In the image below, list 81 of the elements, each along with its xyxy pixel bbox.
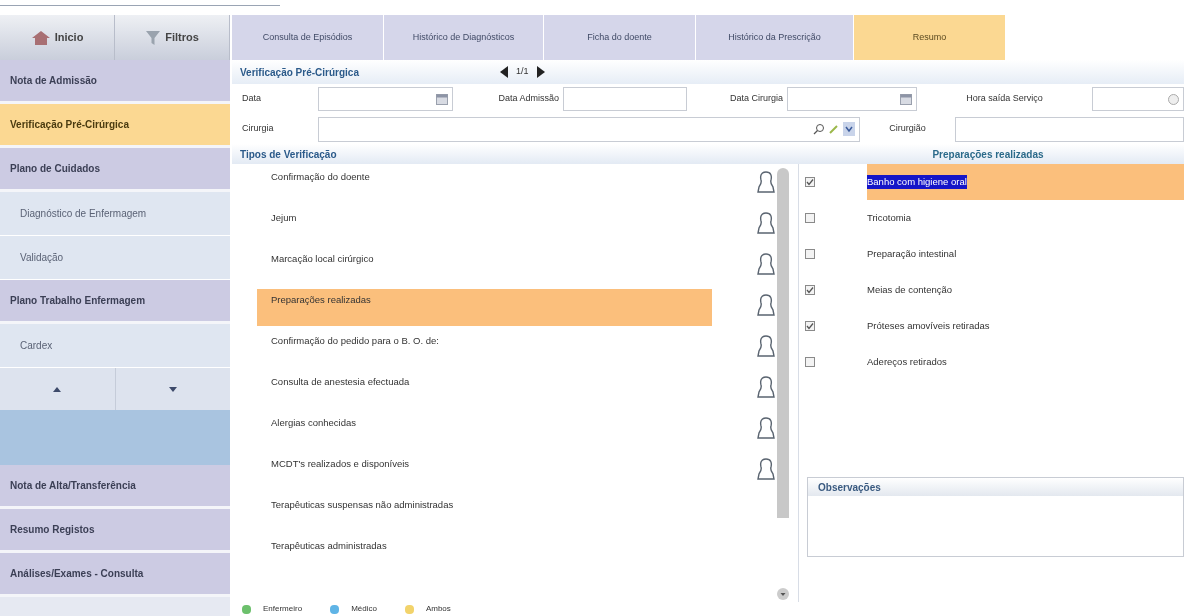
list-item[interactable]: Marcação local cirúrgico [257,248,712,285]
input-field[interactable] [955,116,1184,142]
list-item[interactable]: Confirmação do pedido para o B. O. de: [257,330,712,367]
checkbox[interactable] [805,249,815,259]
sidebar-item[interactable]: Plano Trabalho Enfermagem [0,280,230,324]
checkbox[interactable] [805,285,815,295]
list-item[interactable]: Alergias conhecidas [257,412,712,449]
calendar-icon[interactable] [436,93,448,105]
checkbox[interactable] [805,213,815,223]
pencil-icon[interactable] [829,124,839,134]
person-icon[interactable] [756,293,776,317]
list-item[interactable]: Adereços retirados [867,354,947,370]
list-item[interactable]: Preparação intestinal [867,246,957,262]
person-icon[interactable] [756,416,776,440]
dropdown-icon[interactable] [843,122,855,136]
previous-icon[interactable] [500,66,508,78]
house-icon [30,29,51,46]
list-item[interactable]: Tricotomia [867,210,911,226]
legend-label: Ambos [425,603,451,615]
person-icon[interactable] [756,252,776,276]
input-field[interactable] [787,87,917,111]
tab[interactable]: Resumo [854,15,1006,60]
up-arrow-icon [53,386,62,392]
section-title: Tipos de Verificação [239,147,338,162]
list-item[interactable]: Jejum [257,207,712,244]
list-item[interactable]: Terapêuticas administradas [257,535,712,572]
person-icon[interactable] [756,375,776,399]
scroll-down-icon[interactable] [777,588,789,600]
section-title: Preparações realizadas [931,147,1045,162]
list-item[interactable]: Meias de contenção [867,282,953,298]
tab[interactable]: Histórico de Diagnósticos [384,15,544,60]
tab[interactable]: Ficha do doente [544,15,696,60]
input-field[interactable] [318,87,453,111]
panel-title: Verificação Pré-Cirúrgica [240,65,360,80]
page-indicator: 1/1 [516,65,529,79]
checkbox[interactable] [805,357,815,367]
sidebar-item[interactable]: Verificação Pré-Cirúrgica [0,104,230,148]
checkbox[interactable] [805,177,815,187]
field-label: Data Admissão [497,92,560,106]
sidebar-item[interactable]: Resumo Registos [0,509,230,553]
next-icon[interactable] [536,66,545,78]
toolbar-button[interactable]: Inicio [0,15,115,60]
list-item[interactable]: Terapêuticas suspensas não administradas [257,494,712,531]
input-field[interactable] [563,87,687,111]
list-item[interactable]: MCDT's realizados e disponíveis [257,453,712,490]
list-item[interactable]: Preparações realizadas [257,289,712,326]
sidebar-item[interactable]: Plano de Cuidados [0,148,230,192]
list-item[interactable]: Confirmação do doente [257,166,712,203]
input-field[interactable] [318,116,860,142]
sidebar-item[interactable]: Nota de Admissão [0,60,230,104]
tab[interactable]: Consulta de Episódios [232,15,384,60]
legend-label: Médico [351,603,377,615]
legend-label: Enfermeiro [263,603,303,615]
person-icon[interactable] [756,334,776,358]
scrollbar[interactable] [777,168,789,518]
field-label: Data [241,92,262,106]
input-field[interactable] [1092,87,1184,111]
person-icon[interactable] [756,170,776,194]
calendar-icon[interactable] [900,93,912,105]
list-item[interactable]: Consulta de anestesia efectuada [257,371,712,408]
search-icon[interactable] [813,123,825,135]
sidebar-subitem[interactable]: Diagnóstico de Enfermagem [0,192,230,236]
person-icon[interactable] [756,211,776,235]
funnel-icon [145,29,162,46]
sidebar-item[interactable]: Análises/Exames - Consulta [0,553,230,597]
field-label: Data Cirurgia [728,92,784,106]
down-arrow-icon [168,386,177,392]
field-label: Cirurgia [241,122,275,136]
list-item[interactable]: Próteses amovíveis retiradas [867,318,990,334]
sidebar-subitem[interactable]: Cardex [0,324,230,368]
tab[interactable]: Histórico da Prescrição [696,15,854,60]
checkbox[interactable] [805,321,815,331]
panel-title: Observações [818,480,881,495]
clock-icon[interactable] [1168,93,1179,105]
sidebar-item[interactable]: Nota de Alta/Transferência [0,465,230,509]
person-icon[interactable] [756,457,776,481]
field-label: Cirurgião [888,122,927,136]
toolbar-button[interactable]: Filtros [115,15,230,60]
sidebar-subitem[interactable]: Validação [0,236,230,280]
field-label: Hora saída Serviço [965,92,1044,106]
list-item[interactable]: Banho com higiene oral [867,174,967,190]
